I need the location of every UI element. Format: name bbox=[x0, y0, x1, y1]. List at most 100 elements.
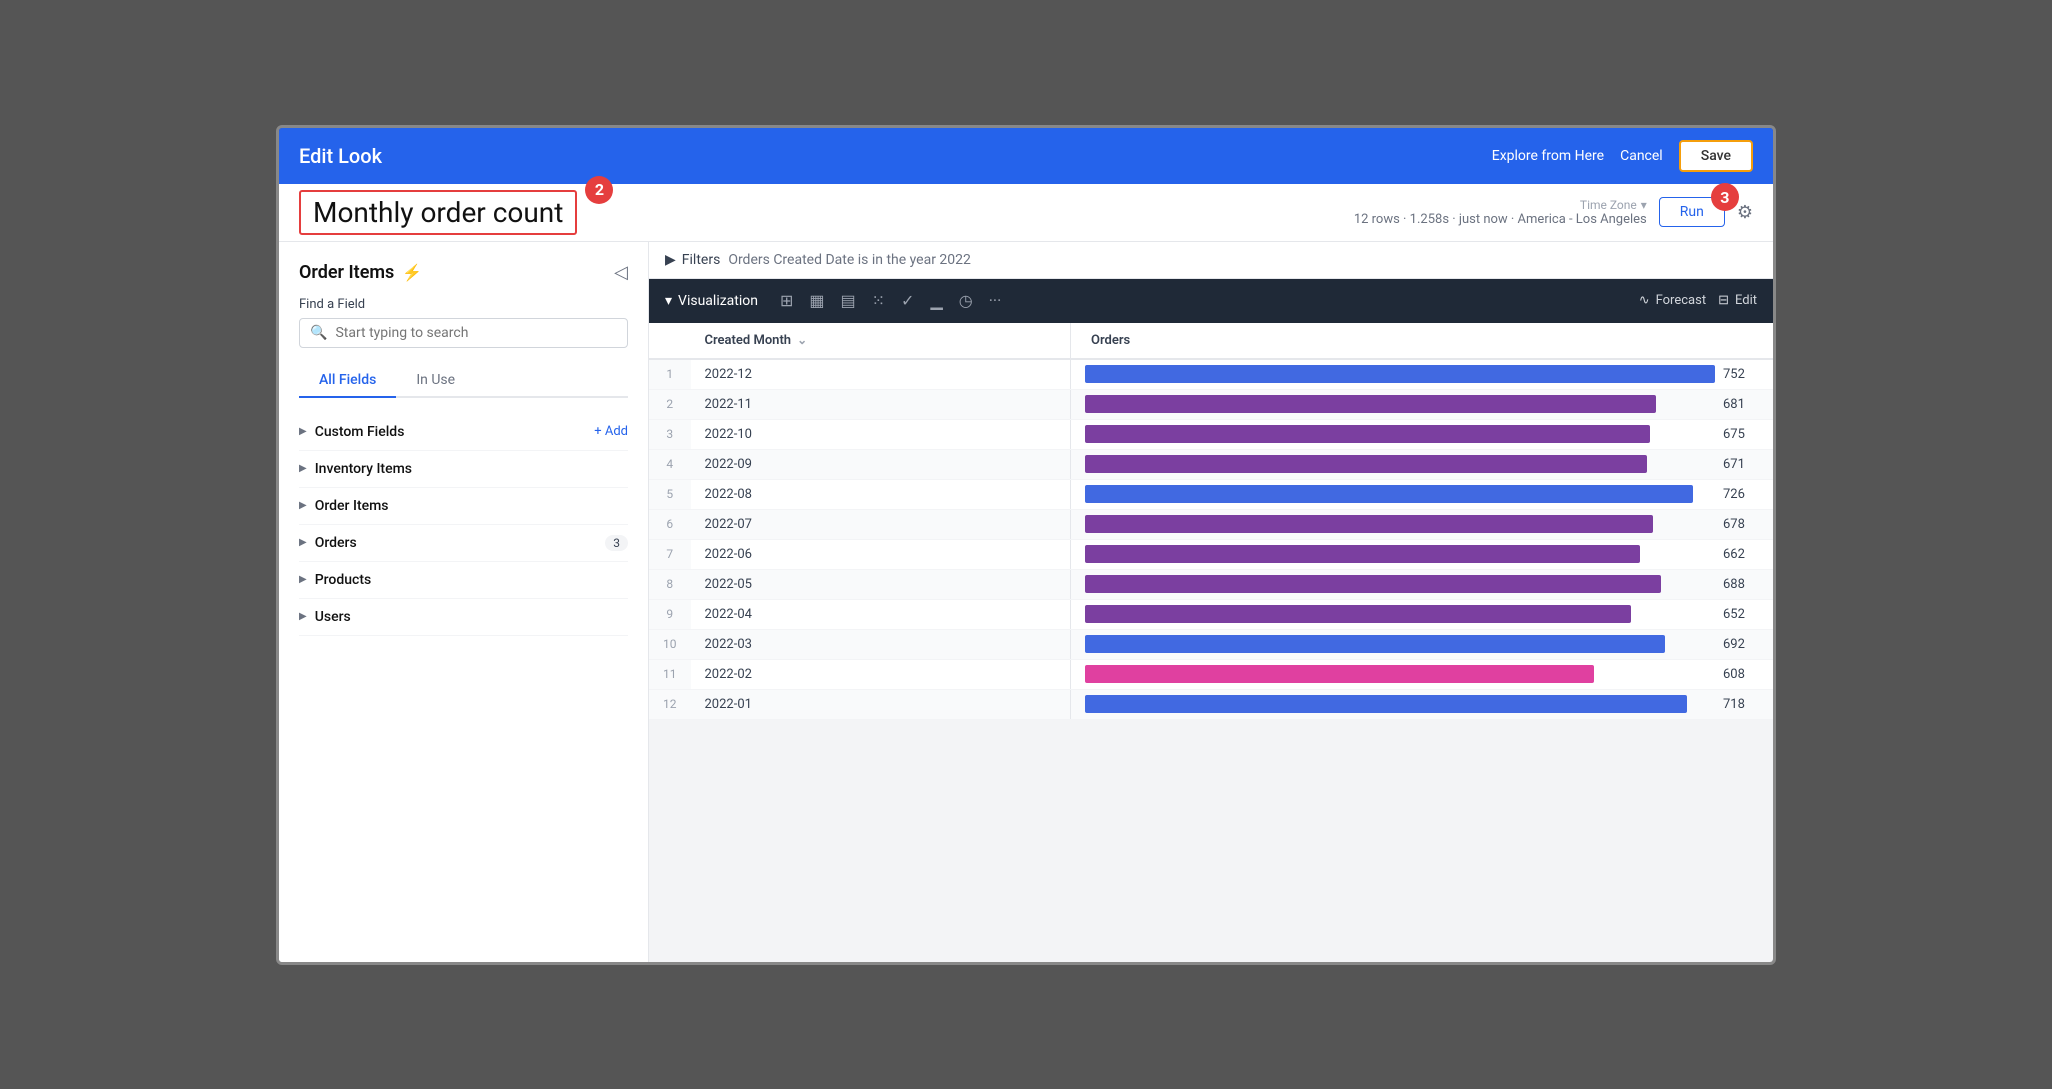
area-chart-icon[interactable]: ▁ bbox=[924, 287, 948, 314]
bar-chart-icon[interactable]: ▦ bbox=[803, 287, 830, 314]
header: Edit Look Explore from Here Cancel Save bbox=[279, 128, 1773, 184]
meta-info: 12 rows · 1.258s · just now · America - … bbox=[1354, 212, 1647, 227]
cell-month: 2022-06 bbox=[691, 539, 1071, 569]
col-header-created-month[interactable]: Created Month ⌄ bbox=[691, 323, 1071, 359]
row-number: 8 bbox=[649, 569, 691, 599]
edit-viz-button[interactable]: ⊟ Edit bbox=[1718, 293, 1757, 308]
add-custom-field-button[interactable]: + Add bbox=[594, 424, 628, 439]
bar-value: 678 bbox=[1723, 517, 1759, 532]
table-row: 82022-05 688 bbox=[649, 569, 1773, 599]
cell-month: 2022-05 bbox=[691, 569, 1071, 599]
table-body: 12022-1275222022-1168132022-1067542022-0… bbox=[649, 359, 1773, 720]
bar-value: 675 bbox=[1723, 427, 1759, 442]
tab-all-fields[interactable]: All Fields bbox=[299, 364, 396, 398]
sort-icon: ⌄ bbox=[797, 333, 807, 347]
scatter-icon[interactable]: ⁙ bbox=[866, 287, 891, 314]
row-number: 10 bbox=[649, 629, 691, 659]
cell-orders: 681 bbox=[1071, 389, 1774, 419]
expand-arrow-icon: ▶ bbox=[299, 537, 307, 548]
field-group-custom-fields[interactable]: ▶ Custom Fields + Add bbox=[299, 414, 628, 451]
row-number: 4 bbox=[649, 449, 691, 479]
more-icon[interactable]: ··· bbox=[983, 287, 1008, 314]
bar-fill bbox=[1085, 365, 1715, 383]
filters-bar: ▶ Filters Orders Created Date is in the … bbox=[649, 242, 1773, 279]
tab-in-use[interactable]: In Use bbox=[396, 364, 475, 398]
cell-orders: 675 bbox=[1071, 419, 1774, 449]
field-group-orders[interactable]: ▶ Orders 3 bbox=[299, 525, 628, 562]
bar-value: 681 bbox=[1723, 397, 1759, 412]
badge-2: 2 bbox=[585, 176, 613, 204]
row-number: 2 bbox=[649, 389, 691, 419]
cell-month: 2022-11 bbox=[691, 389, 1071, 419]
cancel-button[interactable]: Cancel bbox=[1620, 148, 1663, 164]
bar-value: 671 bbox=[1723, 457, 1759, 472]
filters-toggle[interactable]: ▶ Filters bbox=[665, 252, 720, 268]
field-group-inventory-items[interactable]: ▶ Inventory Items bbox=[299, 451, 628, 488]
bar-fill bbox=[1085, 575, 1661, 593]
search-input[interactable] bbox=[335, 325, 617, 341]
bar-value: 608 bbox=[1723, 667, 1759, 682]
row-number: 3 bbox=[649, 419, 691, 449]
cell-orders: 671 bbox=[1071, 449, 1774, 479]
row-number: 7 bbox=[649, 539, 691, 569]
cell-month: 2022-03 bbox=[691, 629, 1071, 659]
look-title[interactable]: Monthly order count bbox=[299, 190, 577, 235]
header-actions: Explore from Here Cancel Save bbox=[1492, 140, 1753, 172]
field-group-order-items[interactable]: ▶ Order Items bbox=[299, 488, 628, 525]
explore-from-here-button[interactable]: Explore from Here bbox=[1492, 148, 1604, 164]
field-group-users[interactable]: ▶ Users bbox=[299, 599, 628, 636]
badge-3: 3 bbox=[1711, 183, 1739, 211]
cell-month: 2022-01 bbox=[691, 689, 1071, 719]
grouped-bar-icon[interactable]: ▤ bbox=[835, 287, 862, 314]
row-number: 5 bbox=[649, 479, 691, 509]
cell-orders: 652 bbox=[1071, 599, 1774, 629]
expand-arrow-icon: ▶ bbox=[299, 426, 307, 437]
table-row: 102022-03692 bbox=[649, 629, 1773, 659]
cell-orders: 678 bbox=[1071, 509, 1774, 539]
data-table: Created Month ⌄ Orders 12022-1275222022-… bbox=[649, 323, 1773, 720]
table-view-icon[interactable]: ⊞ bbox=[774, 287, 799, 314]
subheader-right: Time Zone ▾ 12 rows · 1.258s · just now … bbox=[1354, 197, 1753, 227]
bar-fill bbox=[1085, 635, 1665, 653]
line-chart-icon[interactable]: ✓ bbox=[895, 287, 920, 314]
bar-fill bbox=[1085, 485, 1693, 503]
bar-value: 688 bbox=[1723, 577, 1759, 592]
cell-month: 2022-04 bbox=[691, 599, 1071, 629]
table-row: 92022-04652 bbox=[649, 599, 1773, 629]
bar-fill bbox=[1085, 665, 1594, 683]
sidebar-title-row: Order Items ⚡ bbox=[299, 262, 422, 283]
sidebar-header: Order Items ⚡ ◁ bbox=[299, 262, 628, 283]
search-icon: 🔍 bbox=[310, 325, 327, 341]
bar-value: 726 bbox=[1723, 487, 1759, 502]
back-icon[interactable]: ◁ bbox=[614, 262, 628, 283]
col-header-orders[interactable]: Orders bbox=[1071, 323, 1774, 359]
cell-month: 2022-08 bbox=[691, 479, 1071, 509]
bar-value: 662 bbox=[1723, 547, 1759, 562]
forecast-button[interactable]: ∿ Forecast bbox=[1639, 293, 1706, 308]
field-group-products[interactable]: ▶ Products bbox=[299, 562, 628, 599]
cell-month: 2022-12 bbox=[691, 359, 1071, 390]
app-container: Edit Look Explore from Here Cancel Save … bbox=[276, 125, 1776, 965]
table-row: 62022-07678 bbox=[649, 509, 1773, 539]
edit-sliders-icon: ⊟ bbox=[1718, 293, 1729, 308]
cell-month: 2022-07 bbox=[691, 509, 1071, 539]
edit-label: Edit bbox=[1735, 293, 1757, 308]
expand-arrow-icon: ▶ bbox=[299, 611, 307, 622]
bar-fill bbox=[1085, 395, 1656, 413]
settings-gear-icon[interactable]: ⚙ bbox=[1737, 202, 1753, 223]
cell-month: 2022-10 bbox=[691, 419, 1071, 449]
viz-chevron-down-icon: ▾ bbox=[665, 293, 672, 309]
viz-toggle-button[interactable]: ▾ Visualization bbox=[665, 293, 758, 309]
bar-fill bbox=[1085, 455, 1647, 473]
field-groups: ▶ Custom Fields + Add ▶ Inventory Items … bbox=[299, 414, 628, 636]
table-row: 72022-06 662 bbox=[649, 539, 1773, 569]
table-row: 32022-10 675 bbox=[649, 419, 1773, 449]
orders-field-count-badge: 3 bbox=[605, 535, 628, 551]
table-header-row: Created Month ⌄ Orders bbox=[649, 323, 1773, 359]
bar-fill bbox=[1085, 545, 1640, 563]
clock-icon[interactable]: ◷ bbox=[953, 287, 979, 314]
row-number: 9 bbox=[649, 599, 691, 629]
save-button[interactable]: Save bbox=[1679, 140, 1753, 172]
expand-arrow-icon: ▶ bbox=[299, 500, 307, 511]
bar-fill bbox=[1085, 515, 1653, 533]
